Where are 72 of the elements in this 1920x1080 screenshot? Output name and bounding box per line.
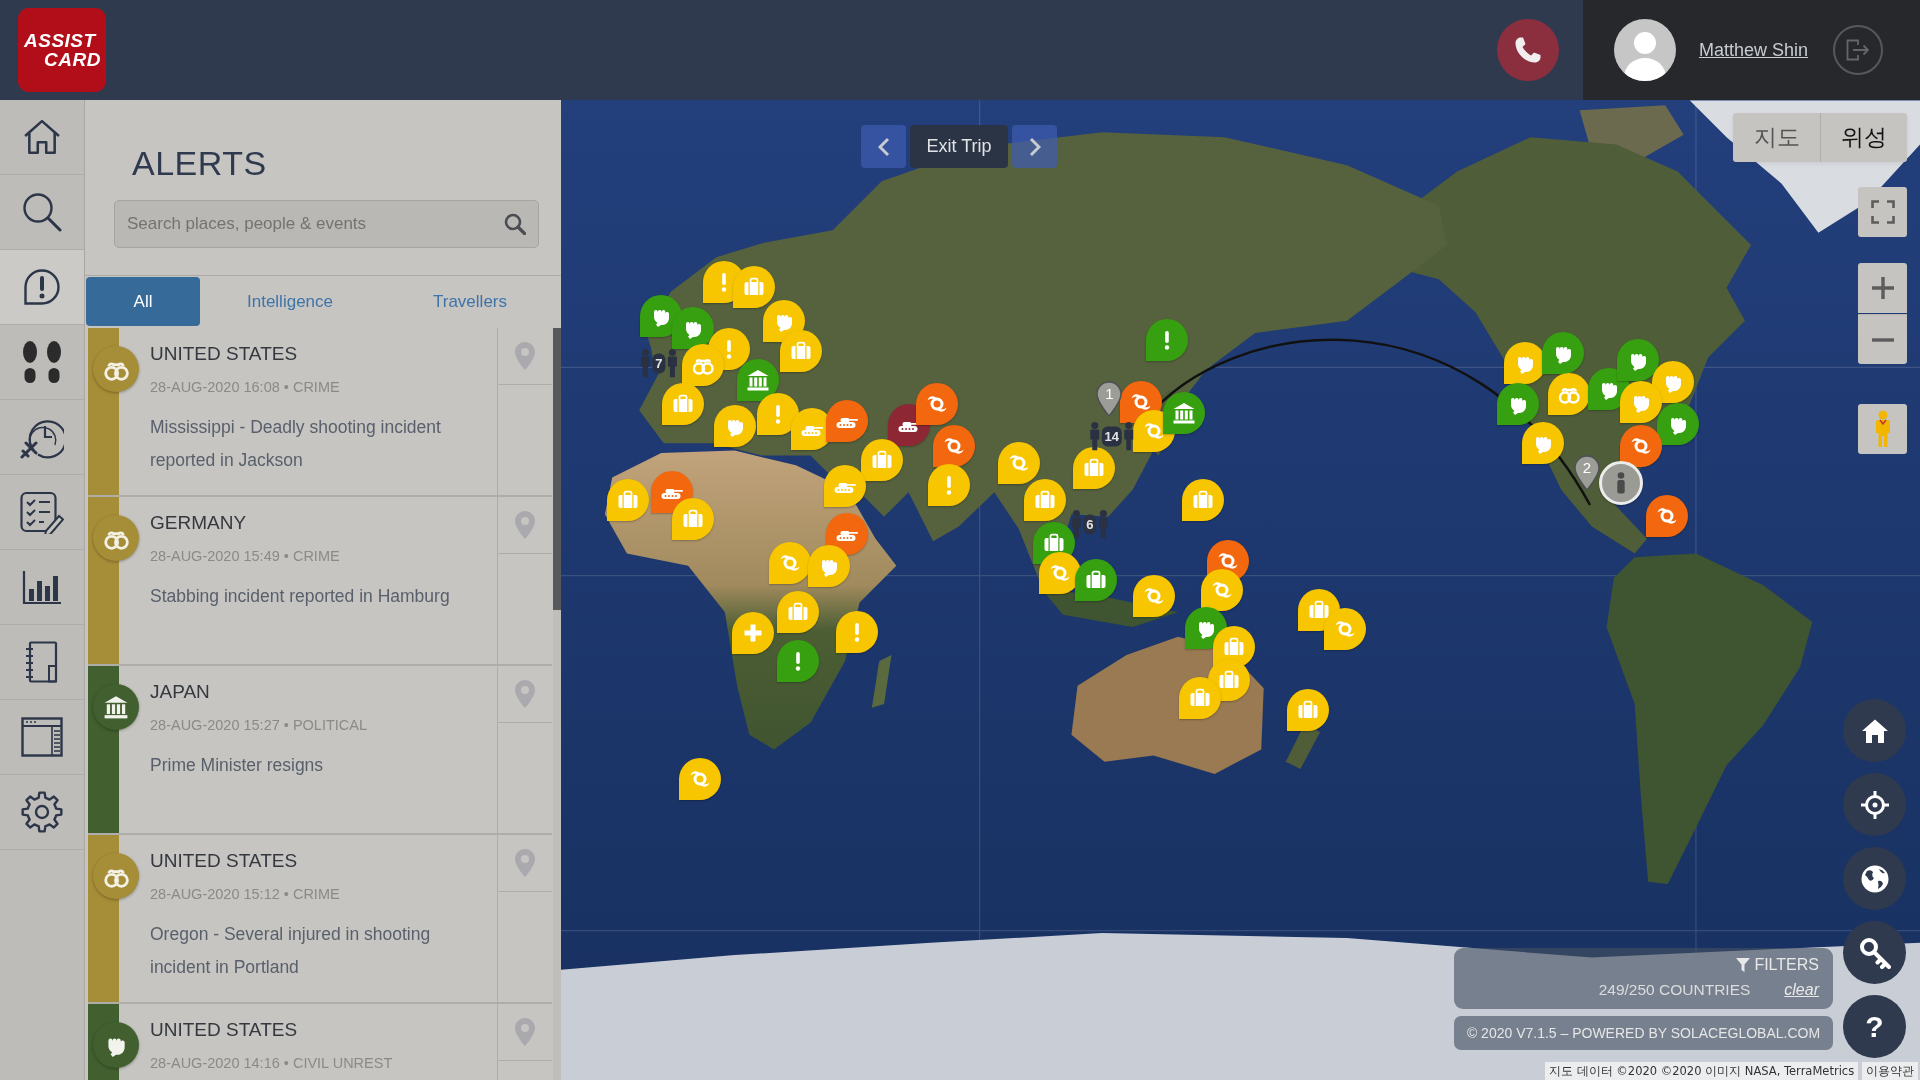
key-icon (1858, 936, 1891, 969)
scrollbar[interactable] (553, 328, 561, 610)
search-field[interactable]: Search places, people & events (114, 200, 539, 248)
next-button[interactable] (1012, 125, 1057, 168)
notebook-icon (25, 641, 59, 683)
pin-icon (515, 511, 535, 539)
map-attribution: 지도 데이터 ©2020 ©2020 이미지 NASA, TerraMetrics (1545, 1062, 1859, 1080)
alert-country: UNITED STATES (150, 1018, 299, 1042)
user-name-link[interactable]: Matthew Shin (1699, 36, 1809, 64)
panel-title: ALERTS (132, 143, 268, 183)
alert-icon (24, 269, 60, 305)
footprints-icon (23, 341, 61, 383)
madagascar-island (871, 655, 892, 708)
country-count: 249/250 COUNTRIES (1598, 980, 1751, 1000)
alert-description: Mississippi - Deadly shooting incident reported in Jackson (150, 416, 442, 472)
home-icon (1860, 717, 1889, 744)
search-icon[interactable] (504, 213, 526, 235)
alert-meta: 28-AUG-2020 15:27 • POLITICAL (150, 716, 369, 735)
filter-tab[interactable]: All (86, 277, 200, 326)
bar-chart-icon (22, 569, 62, 605)
fullscreen-icon (1870, 200, 1895, 224)
traveller-count[interactable]: 14 (1101, 426, 1123, 447)
crosshair-icon (1859, 789, 1890, 820)
globe-icon (1860, 864, 1889, 893)
zoom-in-button[interactable] (1858, 263, 1907, 313)
person-icon (1088, 421, 1101, 451)
alert-meta: 28-AUG-2020 15:12 • CRIME (150, 885, 341, 904)
minus-icon (1871, 337, 1894, 342)
search-icon (22, 192, 62, 232)
exit-trip-button[interactable]: Exit Trip (910, 125, 1008, 168)
phone-icon (1514, 36, 1542, 64)
funnel-icon (1736, 958, 1751, 972)
traveller-count[interactable]: 7 (652, 353, 666, 373)
alert-description: Stabbing incident reported in Hamburg (150, 585, 451, 608)
alert-description: Oregon - Several injured in shooting incident in Portland (150, 923, 432, 979)
sidebar-item[interactable] (0, 250, 84, 325)
pin-icon (515, 1018, 535, 1046)
logo[interactable]: ASSIST CARD (18, 8, 106, 92)
pin-icon (515, 680, 535, 708)
traveller-count[interactable]: 6 (1083, 514, 1097, 535)
plus-icon (1871, 277, 1894, 299)
alert-meta: 28-AUG-2020 14:16 • CIVIL UNREST (150, 1054, 394, 1073)
person-icon (1097, 509, 1110, 539)
alert-country: GERMANY (150, 511, 248, 535)
previous-button[interactable] (861, 125, 906, 168)
gear-icon (21, 791, 63, 833)
window-icon (21, 717, 63, 757)
home-icon (23, 119, 61, 155)
alert-description: Prime Minister resigns (150, 754, 325, 777)
person-icon (1070, 509, 1083, 539)
map-type-tab[interactable]: 위성 (1820, 113, 1907, 162)
chevron-left-icon (877, 136, 890, 157)
terms-link[interactable]: 이용약관 (1862, 1062, 1919, 1080)
person-icon (1123, 421, 1136, 451)
chevron-right-icon (1028, 136, 1041, 157)
alert-meta: 28-AUG-2020 16:08 • CRIME (150, 378, 341, 397)
logout-icon (1846, 39, 1870, 61)
checklist-icon (20, 490, 64, 534)
pegman-icon (1873, 410, 1892, 448)
avatar-icon (1614, 19, 1676, 81)
version-footer: © 2020 V7.1.5 – POWERED BY SOLACEGLOBAL.COM (1454, 1016, 1833, 1050)
logout-button[interactable] (1833, 25, 1883, 75)
person-icon (666, 348, 679, 377)
alert-country: UNITED STATES (150, 342, 299, 366)
pin-icon (515, 849, 535, 877)
alert-meta: 28-AUG-2020 15:49 • CRIME (150, 547, 341, 566)
pin-icon (515, 342, 535, 370)
alert-country: UNITED STATES (150, 849, 299, 873)
alert-country: JAPAN (150, 680, 211, 704)
fullscreen-button[interactable] (1858, 187, 1907, 237)
map-type-tab[interactable]: 지도 (1733, 113, 1820, 162)
person-icon (639, 348, 652, 377)
